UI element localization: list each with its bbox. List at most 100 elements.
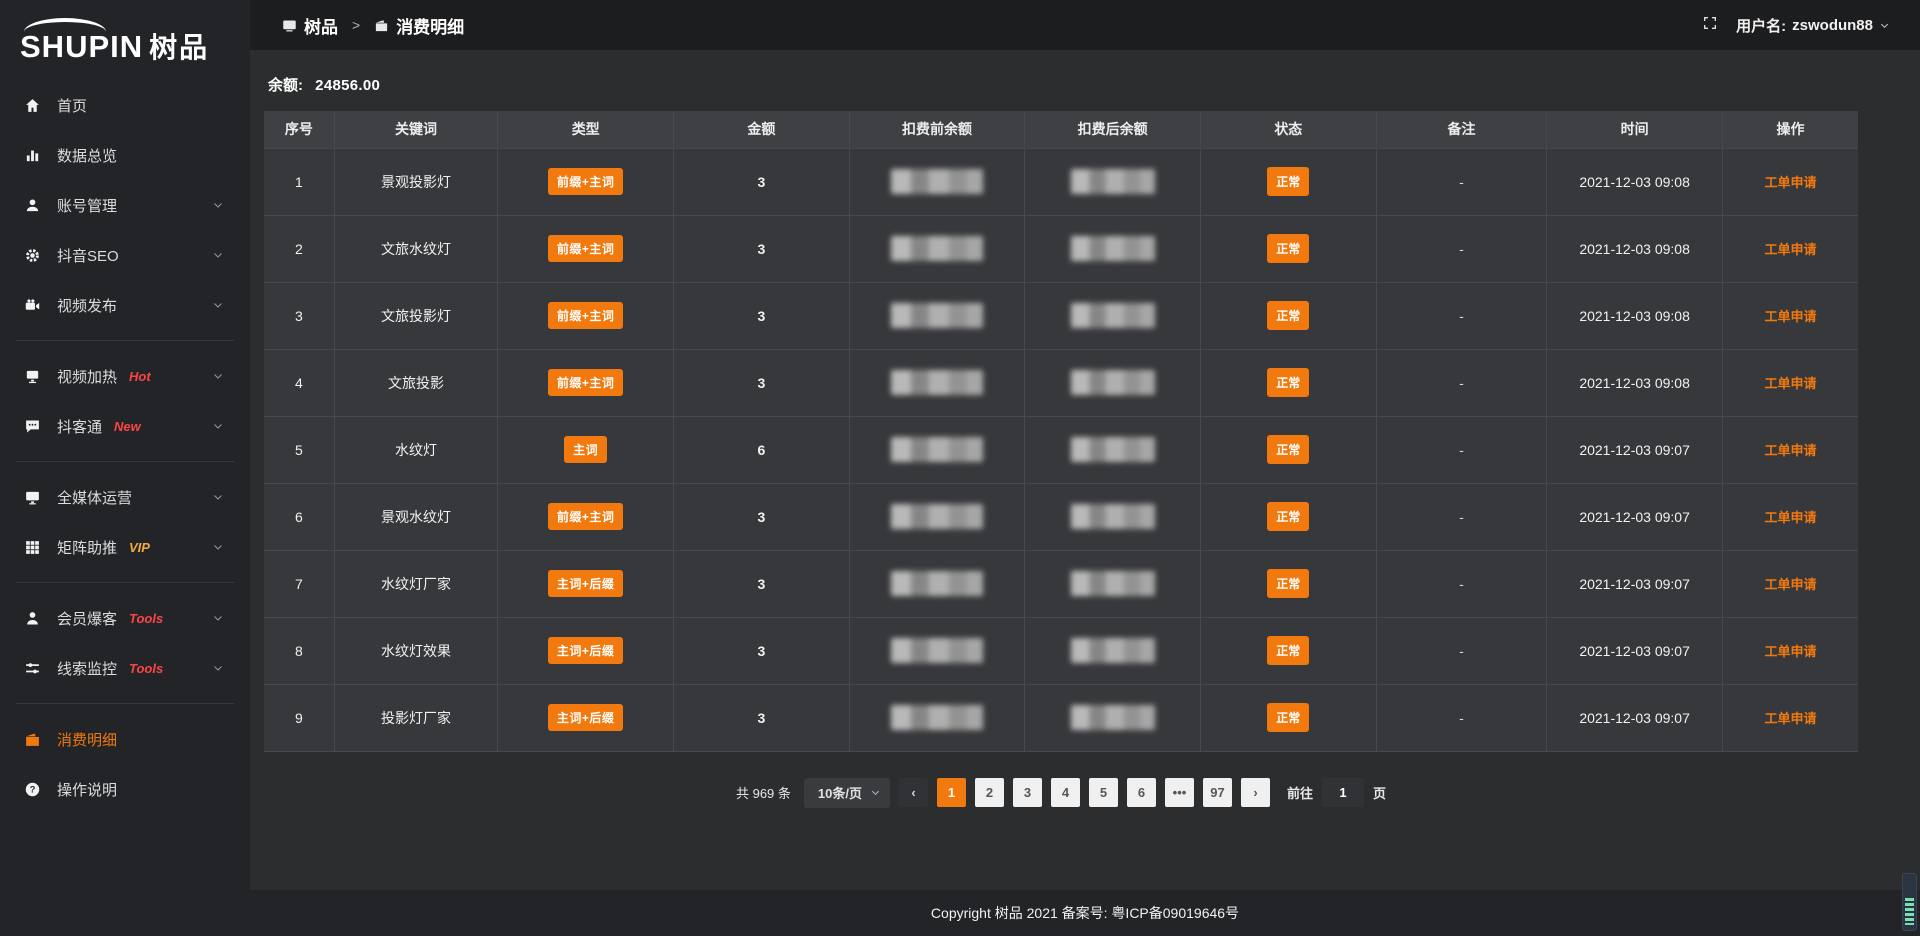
page-size-select[interactable]: 10条/页 — [804, 778, 890, 808]
cell-action: 工单申请 — [1722, 215, 1858, 282]
sidebar-divider — [16, 582, 234, 583]
sidebar-divider — [16, 461, 234, 462]
goto-page-input[interactable] — [1322, 778, 1364, 807]
cell-status: 正常 — [1200, 617, 1376, 684]
user-menu[interactable]: 用户名: zswodun88 — [1736, 15, 1890, 36]
cell-status: 正常 — [1200, 483, 1376, 550]
sidebar-item-label: 数据总览 — [57, 145, 117, 166]
type-badge: 前缀+主词 — [548, 503, 624, 530]
sidebar-item-label: 账号管理 — [57, 195, 117, 216]
sidebar-item-home[interactable]: 首页 — [0, 80, 250, 130]
sidebar-item-video-publish[interactable]: 视频发布 — [0, 280, 250, 330]
cell-remark: - — [1376, 617, 1547, 684]
cell-type: 主词+后缀 — [498, 550, 674, 617]
page-button[interactable]: 2 — [975, 778, 1004, 807]
user-icon — [24, 197, 41, 214]
floating-widget[interactable] — [1902, 873, 1917, 931]
sidebar-item-label: 视频加热 — [57, 366, 117, 387]
sidebar-item-douyin-seo[interactable]: 抖音SEO — [0, 230, 250, 280]
fullscreen-icon[interactable] — [1702, 15, 1718, 36]
pagination-total: 共 969 条 — [736, 783, 791, 802]
type-badge: 主词+后缀 — [548, 637, 624, 664]
table-body: 1 景观投影灯 前缀+主词 3 正常 - 2021-12-03 09:08 工单… — [264, 148, 1858, 751]
sidebar-item-consumption-detail[interactable]: 消费明细 — [0, 714, 250, 764]
blurred-balance — [891, 638, 983, 663]
cell-type: 主词+后缀 — [498, 684, 674, 751]
cell-action: 工单申请 — [1722, 349, 1858, 416]
prev-page-button[interactable]: ‹ — [899, 778, 928, 807]
member-icon — [24, 610, 41, 627]
table-row: 8 水纹灯效果 主词+后缀 3 正常 - 2021-12-03 09:07 工单… — [264, 617, 1858, 684]
col-header-keyword: 关键词 — [334, 111, 498, 148]
sidebar-item-instructions[interactable]: ? 操作说明 — [0, 764, 250, 814]
cell-pre-balance — [849, 550, 1025, 617]
sidebar-item-douketong[interactable]: 抖客通 New — [0, 401, 250, 451]
breadcrumb: 树品 > 消费明细 — [282, 13, 464, 38]
wallet-icon — [374, 18, 389, 33]
chevron-down-icon — [212, 491, 224, 503]
blurred-balance — [891, 705, 983, 730]
logo-arc-decoration — [24, 18, 106, 32]
work-order-link[interactable]: 工单申请 — [1764, 510, 1816, 525]
chevron-down-icon — [212, 541, 224, 553]
work-order-link[interactable]: 工单申请 — [1764, 309, 1816, 324]
cell-pre-balance — [849, 617, 1025, 684]
chat-bubble-icon — [24, 418, 41, 435]
sidebar-item-label: 视频发布 — [57, 295, 117, 316]
chevron-down-icon — [212, 299, 224, 311]
work-order-link[interactable]: 工单申请 — [1764, 175, 1816, 190]
cell-type: 前缀+主词 — [498, 148, 674, 215]
gear-icon — [24, 247, 41, 264]
work-order-link[interactable]: 工单申请 — [1764, 644, 1816, 659]
cell-time: 2021-12-03 09:08 — [1547, 148, 1723, 215]
cell-index: 1 — [264, 148, 334, 215]
status-badge: 正常 — [1267, 234, 1309, 263]
cell-keyword: 文旅投影灯 — [334, 282, 498, 349]
page-button[interactable]: 3 — [1013, 778, 1042, 807]
tools-tag: Tools — [129, 611, 163, 626]
status-badge: 正常 — [1267, 435, 1309, 464]
cell-post-balance — [1025, 550, 1201, 617]
blurred-balance — [1071, 705, 1155, 730]
page-button[interactable]: 5 — [1089, 778, 1118, 807]
sidebar-item-all-media[interactable]: 全媒体运营 — [0, 472, 250, 522]
next-page-button[interactable]: › — [1241, 778, 1270, 807]
chevron-down-icon — [870, 787, 881, 798]
type-badge: 主词+后缀 — [548, 570, 624, 597]
page-button[interactable]: 97 — [1203, 778, 1232, 807]
sidebar-item-member-burst[interactable]: 会员爆客 Tools — [0, 593, 250, 643]
sidebar-item-account-management[interactable]: 账号管理 — [0, 180, 250, 230]
username-label: 用户名: — [1736, 15, 1786, 36]
cell-action: 工单申请 — [1722, 282, 1858, 349]
blurred-balance — [1071, 571, 1155, 596]
page-button[interactable]: 6 — [1127, 778, 1156, 807]
page-button[interactable]: ••• — [1165, 778, 1194, 807]
col-header-status: 状态 — [1200, 111, 1376, 148]
pagination: 共 969 条 10条/页 ‹ 123456•••97 › 前往 页 — [264, 778, 1858, 808]
work-order-link[interactable]: 工单申请 — [1764, 711, 1816, 726]
sidebar-item-lead-monitor[interactable]: 线索监控 Tools — [0, 643, 250, 693]
blurred-balance — [891, 370, 983, 395]
sidebar-item-matrix-boost[interactable]: 矩阵助推 VIP — [0, 522, 250, 572]
table-row: 6 景观水纹灯 前缀+主词 3 正常 - 2021-12-03 09:07 工单… — [264, 483, 1858, 550]
breadcrumb-item[interactable]: 树品 — [304, 13, 338, 38]
work-order-link[interactable]: 工单申请 — [1764, 443, 1816, 458]
work-order-link[interactable]: 工单申请 — [1764, 376, 1816, 391]
sidebar-item-video-heat[interactable]: 视频加热 Hot — [0, 351, 250, 401]
sidebar-item-data-overview[interactable]: 数据总览 — [0, 130, 250, 180]
copyright-text: Copyright 树品 2021 备案号: 粤ICP备09019646号 — [931, 903, 1239, 923]
work-order-link[interactable]: 工单申请 — [1764, 577, 1816, 592]
cell-status: 正常 — [1200, 416, 1376, 483]
cell-keyword: 水纹灯 — [334, 416, 498, 483]
col-header-remark: 备注 — [1376, 111, 1547, 148]
work-order-link[interactable]: 工单申请 — [1764, 242, 1816, 257]
page-button[interactable]: 4 — [1051, 778, 1080, 807]
footer: Copyright 树品 2021 备案号: 粤ICP备09019646号 — [250, 890, 1920, 936]
table-row: 9 投影灯厂家 主词+后缀 3 正常 - 2021-12-03 09:07 工单… — [264, 684, 1858, 751]
page-button[interactable]: 1 — [937, 778, 966, 807]
cell-remark: - — [1376, 282, 1547, 349]
col-header-action: 操作 — [1722, 111, 1858, 148]
cell-type: 主词+后缀 — [498, 617, 674, 684]
status-badge: 正常 — [1267, 502, 1309, 531]
sidebar-item-label: 全媒体运营 — [57, 487, 132, 508]
